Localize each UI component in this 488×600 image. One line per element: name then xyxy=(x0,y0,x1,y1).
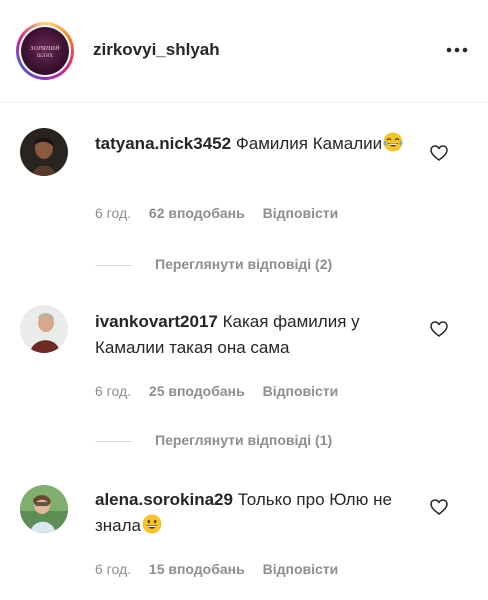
post-username[interactable]: zirkovyi_shlyah xyxy=(93,40,220,60)
replies-divider-line xyxy=(95,264,131,266)
comment-author[interactable]: ivankovart2017 xyxy=(95,312,218,331)
comment-author[interactable]: alena.sorokina29 xyxy=(95,490,233,509)
grinning-face-icon xyxy=(142,514,162,534)
reply-button[interactable]: Відповісти xyxy=(263,383,339,399)
profile-avatar[interactable]: ЗОРЯНИЙ ШЛЯХ xyxy=(16,22,74,80)
commenter-avatar[interactable] xyxy=(20,485,68,533)
comment-time: 6 год. xyxy=(95,205,132,221)
replies-divider-line xyxy=(95,440,131,442)
like-heart-icon[interactable] xyxy=(430,499,448,515)
comment-author[interactable]: tatyana.nick3452 xyxy=(95,134,231,153)
comment-time: 6 год. xyxy=(95,561,132,577)
comment-likes[interactable]: 62 вподобань xyxy=(149,205,245,221)
view-replies-label: Переглянути відповіді (1) xyxy=(155,432,333,448)
commenter-avatar[interactable] xyxy=(20,128,68,176)
view-replies-button[interactable]: Переглянути відповіді (2) xyxy=(95,256,332,272)
brand-logo: ЗОРЯНИЙ ШЛЯХ xyxy=(21,27,69,75)
view-replies-label: Переглянути відповіді (2) xyxy=(155,256,333,272)
like-heart-icon[interactable] xyxy=(430,145,448,161)
comment-likes[interactable]: 25 вподобань xyxy=(149,383,245,399)
reply-button[interactable]: Відповісти xyxy=(263,205,339,221)
reply-button[interactable]: Відповісти xyxy=(263,561,339,577)
post-header: ЗОРЯНИЙ ШЛЯХ zirkovyi_shlyah xyxy=(0,0,488,103)
comment-time: 6 год. xyxy=(95,383,132,399)
comment-text: Фамилия Камалии xyxy=(235,134,383,153)
more-options-icon[interactable] xyxy=(446,46,468,54)
view-replies-button[interactable]: Переглянути відповіді (1) xyxy=(95,432,332,448)
commenter-avatar[interactable] xyxy=(20,305,68,353)
comment-likes[interactable]: 15 вподобань xyxy=(149,561,245,577)
face-with-tears-of-joy-icon xyxy=(383,132,403,152)
like-heart-icon[interactable] xyxy=(430,321,448,337)
